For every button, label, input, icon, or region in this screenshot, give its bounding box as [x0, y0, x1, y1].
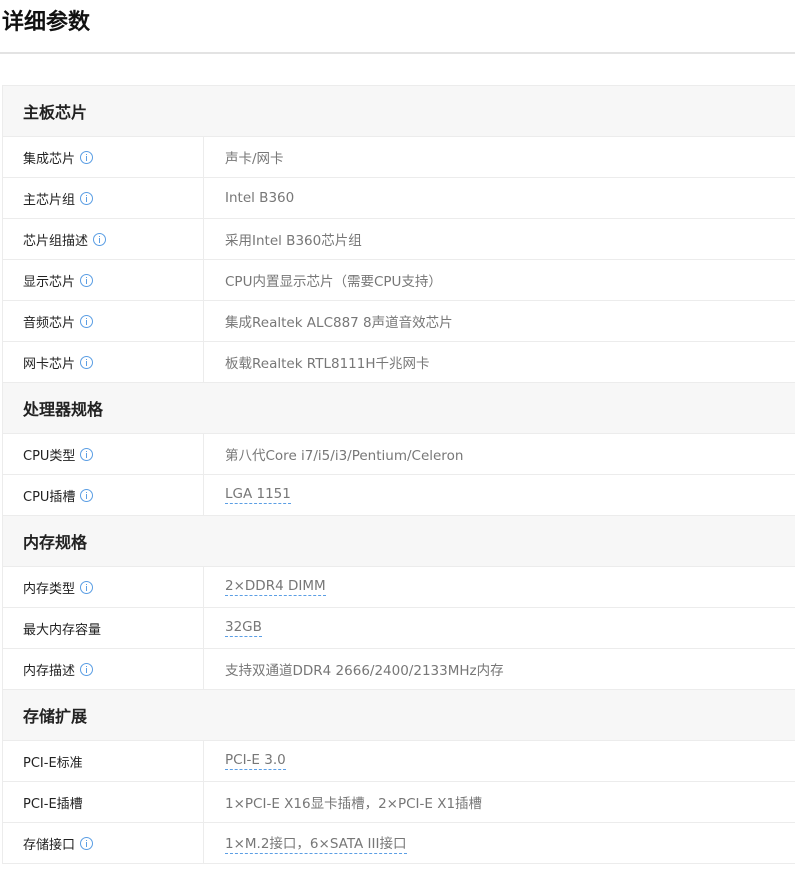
spec-name-cell: 主芯片组: [3, 178, 204, 218]
spec-value-cell: CPU内置显示芯片（需要CPU支持）: [204, 260, 795, 300]
info-icon[interactable]: [80, 447, 94, 461]
spec-row: 显示芯片 CPU内置显示芯片（需要CPU支持）: [3, 260, 795, 301]
spec-row: 芯片组描述 采用Intel B360芯片组: [3, 219, 795, 260]
spec-name-cell: 存储接口: [3, 823, 204, 863]
spec-row: 集成芯片 声卡/网卡: [3, 137, 795, 178]
spec-name: 集成芯片: [23, 151, 76, 167]
spec-value: 采用Intel B360芯片组: [225, 233, 362, 249]
spec-name: 音频芯片: [23, 315, 76, 331]
spec-value: CPU内置显示芯片（需要CPU支持）: [225, 274, 442, 290]
spec-name-cell: PCI-E标准: [3, 741, 204, 781]
spec-value: 板载Realtek RTL8111H千兆网卡: [225, 356, 430, 372]
spec-value-link[interactable]: LGA 1151: [225, 486, 291, 504]
spec-row: PCI-E插槽 1×PCI-E X16显卡插槽，2×PCI-E X1插槽: [3, 782, 795, 823]
spec-value: 1×PCI-E X16显卡插槽，2×PCI-E X1插槽: [225, 796, 483, 812]
info-icon[interactable]: [93, 232, 107, 246]
spec-value-cell: LGA 1151: [204, 475, 795, 515]
spec-value-cell: 声卡/网卡: [204, 137, 795, 177]
page-title: 详细参数: [2, 10, 91, 35]
info-icon[interactable]: [80, 314, 94, 328]
section-header: 处理器规格: [3, 383, 795, 434]
spec-name-cell: PCI-E插槽: [3, 782, 204, 822]
spec-name-cell: 显示芯片: [3, 260, 204, 300]
spec-row: PCI-E标准 PCI-E 3.0: [3, 741, 795, 782]
info-icon[interactable]: [80, 355, 94, 369]
info-icon[interactable]: [80, 273, 94, 287]
section-header: 内存规格: [3, 516, 795, 567]
spec-value: Intel B360: [225, 190, 295, 206]
spec-name: 芯片组描述: [23, 233, 89, 249]
spec-table: 主板芯片集成芯片 声卡/网卡主芯片组 Intel B360 芯片组描述 采用Intel …: [2, 85, 795, 864]
spec-name-cell: CPU类型: [3, 434, 204, 474]
spec-row: CPU类型 第八代Core i7/i5/i3/Pentium/Celeron: [3, 434, 795, 475]
spec-name-cell: 最大内存容量: [3, 608, 204, 648]
spec-name-cell: 内存描述: [3, 649, 204, 689]
spec-value-cell: 32GB: [204, 608, 795, 648]
spec-row: 内存描述 支持双通道DDR4 2666/2400/2133MHz内存: [3, 649, 795, 690]
spec-name-cell: 芯片组描述: [3, 219, 204, 259]
spec-value-cell: 2×DDR4 DIMM: [204, 567, 795, 607]
spec-row: 内存类型 2×DDR4 DIMM: [3, 567, 795, 608]
spec-value-cell: 1×M.2接口，6×SATA III接口: [204, 823, 795, 863]
spec-name-cell: 音频芯片: [3, 301, 204, 341]
spec-name: 最大内存容量: [23, 622, 102, 638]
spec-name: PCI-E插槽: [23, 796, 83, 812]
spec-value-cell: 1×PCI-E X16显卡插槽，2×PCI-E X1插槽: [204, 782, 795, 822]
spec-row: CPU插槽 LGA 1151: [3, 475, 795, 516]
spec-name: CPU插槽: [23, 489, 76, 505]
spec-value-cell: 第八代Core i7/i5/i3/Pentium/Celeron: [204, 434, 795, 474]
info-icon[interactable]: [80, 836, 94, 850]
spec-value: 第八代Core i7/i5/i3/Pentium/Celeron: [225, 448, 464, 464]
spec-name-cell: 内存类型: [3, 567, 204, 607]
spec-name-cell: 网卡芯片: [3, 342, 204, 382]
info-icon[interactable]: [80, 191, 94, 205]
spec-value-link[interactable]: 32GB: [225, 619, 262, 637]
spec-value-cell: 支持双通道DDR4 2666/2400/2133MHz内存: [204, 649, 795, 689]
info-icon[interactable]: [80, 580, 94, 594]
spec-name-cell: 集成芯片: [3, 137, 204, 177]
spec-name: 主芯片组: [23, 192, 76, 208]
spec-value-link[interactable]: 2×DDR4 DIMM: [225, 578, 326, 596]
spec-name: 内存类型: [23, 581, 76, 597]
info-icon[interactable]: [80, 488, 94, 502]
spec-name: 显示芯片: [23, 274, 76, 290]
spec-name-cell: CPU插槽: [3, 475, 204, 515]
spec-value: 声卡/网卡: [225, 151, 284, 167]
section-header: 存储扩展: [3, 690, 795, 741]
spec-name: 网卡芯片: [23, 356, 76, 372]
spec-page: 详细参数 主板芯片集成芯片 声卡/网卡主芯片组 Intel B360 芯片组描述 采用I…: [0, 0, 795, 872]
spec-value-cell: 集成Realtek ALC887 8声道音效芯片: [204, 301, 795, 341]
info-icon[interactable]: [80, 150, 94, 164]
spec-name: 内存描述: [23, 663, 76, 679]
spec-row: 主芯片组 Intel B360: [3, 178, 795, 219]
spec-name: CPU类型: [23, 448, 76, 464]
spec-value-cell: 板载Realtek RTL8111H千兆网卡: [204, 342, 795, 382]
spec-row: 音频芯片 集成Realtek ALC887 8声道音效芯片: [3, 301, 795, 342]
spec-name: PCI-E标准: [23, 755, 83, 771]
spec-row: 最大内存容量 32GB: [3, 608, 795, 649]
spec-name: 存储接口: [23, 837, 76, 853]
info-icon[interactable]: [80, 662, 94, 676]
spec-value-link[interactable]: 1×M.2接口，6×SATA III接口: [225, 832, 407, 854]
spec-value-cell: PCI-E 3.0: [204, 741, 795, 781]
spec-row: 网卡芯片 板载Realtek RTL8111H千兆网卡: [3, 342, 795, 383]
title-divider: [0, 52, 795, 54]
spec-value: 集成Realtek ALC887 8声道音效芯片: [225, 315, 453, 331]
spec-value: 支持双通道DDR4 2666/2400/2133MHz内存: [225, 663, 504, 679]
spec-value-cell: 采用Intel B360芯片组: [204, 219, 795, 259]
spec-row: 存储接口 1×M.2接口，6×SATA III接口: [3, 823, 795, 864]
spec-value-link[interactable]: PCI-E 3.0: [225, 752, 286, 770]
spec-value-cell: Intel B360: [204, 178, 795, 218]
section-header: 主板芯片: [3, 86, 795, 137]
